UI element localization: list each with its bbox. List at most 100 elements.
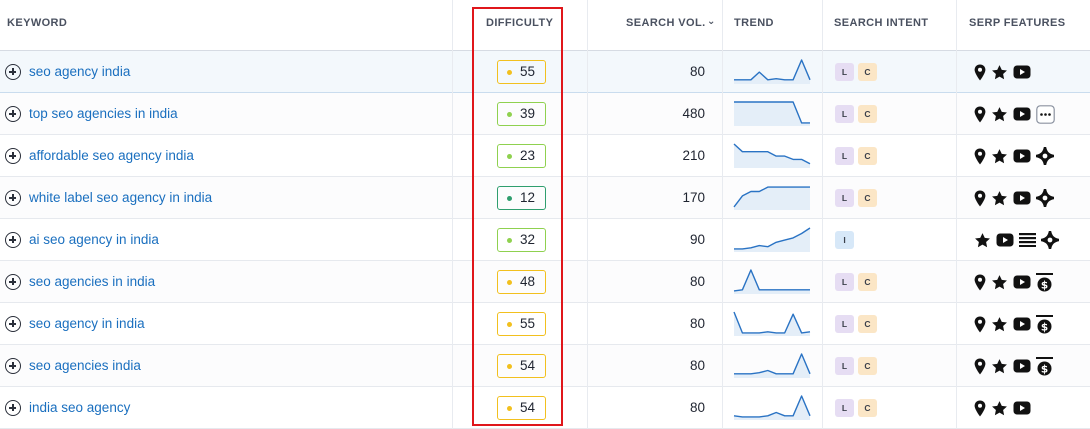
more-icon[interactable] <box>1036 104 1055 124</box>
star-icon[interactable] <box>991 148 1008 165</box>
star-icon[interactable] <box>991 358 1008 375</box>
intent-badge[interactable]: C <box>858 189 877 207</box>
intent-badge[interactable]: C <box>858 273 877 291</box>
video-icon[interactable] <box>1013 65 1031 79</box>
add-keyword-icon[interactable] <box>5 232 21 248</box>
add-keyword-icon[interactable] <box>5 106 21 122</box>
trend-sparkline <box>733 142 811 170</box>
map-pin-icon[interactable] <box>974 274 986 291</box>
add-keyword-icon[interactable] <box>5 148 21 164</box>
add-keyword-icon[interactable] <box>5 358 21 374</box>
star-icon[interactable] <box>991 64 1008 81</box>
intent-badge[interactable]: L <box>835 189 854 207</box>
dollar-badge-icon[interactable]: $ <box>1036 356 1053 376</box>
keyword-link[interactable]: seo agency india <box>29 64 130 79</box>
keyword-link[interactable]: seo agencies in india <box>29 274 155 289</box>
header-search-intent[interactable]: SEARCH INTENT <box>834 17 928 29</box>
intent-badge[interactable]: L <box>835 399 854 417</box>
star-icon[interactable] <box>991 106 1008 123</box>
column-divider <box>452 0 453 429</box>
header-serp-features[interactable]: SERP FEATURES <box>969 17 1065 29</box>
column-divider <box>956 0 957 429</box>
trend-sparkline <box>733 226 811 254</box>
intent-badge[interactable]: C <box>858 147 877 165</box>
map-pin-icon[interactable] <box>974 106 986 123</box>
search-volume: 80 <box>689 400 705 415</box>
svg-text:$: $ <box>1041 363 1048 375</box>
star-icon[interactable] <box>991 190 1008 207</box>
video-icon[interactable] <box>1013 317 1031 331</box>
serp-features <box>974 62 1031 82</box>
keyword-link[interactable]: seo agencies india <box>29 358 141 373</box>
intent-badge[interactable]: L <box>835 105 854 123</box>
column-divider <box>722 0 723 429</box>
star-icon[interactable] <box>991 400 1008 417</box>
header-trend[interactable]: TREND <box>734 17 774 29</box>
video-icon[interactable] <box>1013 359 1031 373</box>
header-keyword[interactable]: KEYWORD <box>7 17 67 29</box>
trend-sparkline <box>733 184 811 212</box>
serp-features: $ <box>974 356 1053 376</box>
map-pin-icon[interactable] <box>974 148 986 165</box>
video-icon[interactable] <box>1013 275 1031 289</box>
serp-features <box>974 230 1059 250</box>
add-keyword-icon[interactable] <box>5 400 21 416</box>
map-pin-icon[interactable] <box>974 316 986 333</box>
add-keyword-icon[interactable] <box>5 316 21 332</box>
intent-badge[interactable]: L <box>835 273 854 291</box>
intent-badge[interactable]: L <box>835 63 854 81</box>
video-icon[interactable] <box>1013 149 1031 163</box>
add-keyword-icon[interactable] <box>5 64 21 80</box>
keyword-link[interactable]: india seo agency <box>29 400 130 415</box>
search-volume: 80 <box>689 358 705 373</box>
video-icon[interactable] <box>1013 191 1031 205</box>
search-volume: 480 <box>682 106 705 121</box>
map-pin-icon[interactable] <box>974 358 986 375</box>
search-intent: LC <box>835 273 877 291</box>
add-keyword-icon[interactable] <box>5 274 21 290</box>
sparkle-icon[interactable] <box>1041 231 1059 249</box>
search-intent: LC <box>835 357 877 375</box>
video-icon[interactable] <box>996 233 1014 247</box>
dollar-badge-icon[interactable]: $ <box>1036 272 1053 292</box>
star-icon[interactable] <box>974 232 991 249</box>
intent-badge[interactable]: C <box>858 315 877 333</box>
intent-badge[interactable]: L <box>835 357 854 375</box>
intent-badge[interactable]: I <box>835 231 854 249</box>
intent-badge[interactable]: C <box>858 399 877 417</box>
intent-badge[interactable]: C <box>858 105 877 123</box>
search-volume: 80 <box>689 316 705 331</box>
chevron-down-icon[interactable]: ⌄ <box>707 16 716 27</box>
trend-sparkline <box>733 58 811 86</box>
keyword-link[interactable]: affordable seo agency india <box>29 148 194 163</box>
search-volume: 80 <box>689 274 705 289</box>
map-pin-icon[interactable] <box>974 64 986 81</box>
keyword-link[interactable]: seo agency in india <box>29 316 145 331</box>
intent-badge[interactable]: L <box>835 147 854 165</box>
keyword-link[interactable]: ai seo agency in india <box>29 232 159 247</box>
intent-badge[interactable]: L <box>835 315 854 333</box>
serp-features <box>974 146 1054 166</box>
star-icon[interactable] <box>991 274 1008 291</box>
intent-badge[interactable]: C <box>858 357 877 375</box>
search-intent: I <box>835 231 854 249</box>
sparkle-icon[interactable] <box>1036 189 1054 207</box>
trend-sparkline <box>733 310 811 338</box>
search-volume: 170 <box>682 190 705 205</box>
keyword-link[interactable]: top seo agencies in india <box>29 106 178 121</box>
header-search-volume[interactable]: SEARCH VOL. <box>626 17 706 29</box>
sparkle-icon[interactable] <box>1036 147 1054 165</box>
map-pin-icon[interactable] <box>974 190 986 207</box>
list-icon[interactable] <box>1019 233 1036 247</box>
map-pin-icon[interactable] <box>974 400 986 417</box>
dollar-badge-icon[interactable]: $ <box>1036 314 1053 334</box>
intent-badge[interactable]: C <box>858 63 877 81</box>
add-keyword-icon[interactable] <box>5 190 21 206</box>
star-icon[interactable] <box>991 316 1008 333</box>
video-icon[interactable] <box>1013 401 1031 415</box>
video-icon[interactable] <box>1013 107 1031 121</box>
svg-text:$: $ <box>1041 279 1048 291</box>
keyword-link[interactable]: white label seo agency in india <box>29 190 212 205</box>
difficulty-highlight-box <box>472 7 563 426</box>
trend-sparkline <box>733 394 811 422</box>
